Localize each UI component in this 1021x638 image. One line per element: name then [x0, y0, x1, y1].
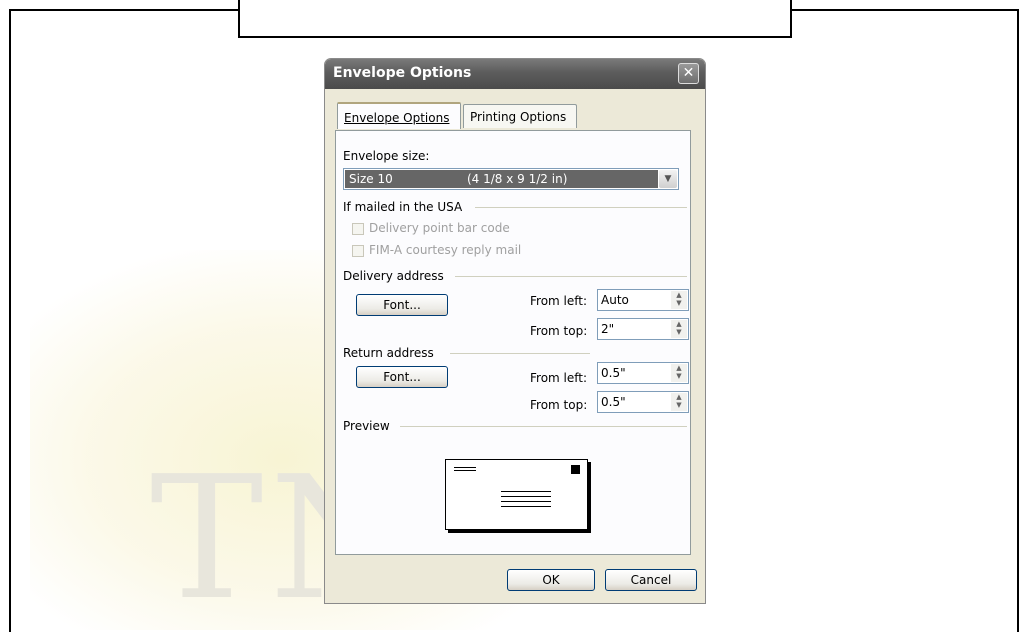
delivery-from-left-spinner[interactable]: Auto ▲ ▼	[597, 289, 689, 311]
delivery-barcode-checkbox[interactable]	[352, 223, 364, 235]
tab-envelope-options[interactable]: Envelope Options	[337, 102, 461, 129]
envelope-size-select[interactable]: Size 10 (4 1/8 x 9 1/2 in) ▼	[343, 168, 679, 190]
delivery-from-top-spinner[interactable]: 2" ▲ ▼	[597, 318, 689, 340]
return-from-left-label: From left:	[530, 371, 588, 385]
envelope-size-selected: Size 10 (4 1/8 x 9 1/2 in)	[345, 170, 658, 188]
fim-mail-checkbox[interactable]	[352, 245, 364, 257]
delivery-group-label: Delivery address	[343, 269, 444, 283]
return-from-left-spinner[interactable]: 0.5" ▲ ▼	[597, 362, 689, 384]
envelope-size-name: Size 10	[349, 172, 393, 186]
return-from-top-spinner[interactable]: 0.5" ▲ ▼	[597, 391, 689, 413]
delivery-font-button-label: Font...	[383, 298, 421, 312]
spinner-arrows-icon[interactable]: ▲ ▼	[671, 320, 687, 338]
tab-envelope-options-label: Envelope Options	[344, 111, 450, 125]
tab-printing-options-label: Printing Options	[470, 110, 567, 124]
cancel-button-label: Cancel	[630, 573, 672, 587]
envelope-options-dialog: Envelope Options ✕ Envelope Options Prin…	[324, 58, 706, 604]
ok-button-label: OK	[542, 573, 560, 587]
spinner-arrows-icon[interactable]: ▲ ▼	[671, 393, 687, 411]
delivery-font-button[interactable]: Font...	[356, 294, 448, 316]
ok-button[interactable]: OK	[507, 569, 595, 591]
preview-group-label: Preview	[343, 419, 390, 433]
close-icon: ✕	[682, 65, 695, 81]
tab-printing-options[interactable]: Printing Options	[463, 104, 577, 128]
envelope-size-dims: (4 1/8 x 9 1/2 in)	[467, 172, 568, 186]
delivery-from-top-label: From top:	[530, 324, 588, 338]
return-address-line	[454, 467, 476, 468]
envelope-preview-icon	[445, 459, 588, 530]
close-button[interactable]: ✕	[678, 63, 699, 84]
delivery-from-left-label: From left:	[530, 294, 588, 308]
return-group-divider	[450, 353, 590, 354]
dialog-titlebar: Envelope Options ✕	[325, 59, 705, 89]
delivery-from-top-value: 2"	[601, 322, 615, 336]
cancel-button[interactable]: Cancel	[605, 569, 697, 591]
delivery-group-divider	[455, 276, 687, 277]
delivery-address-line	[501, 506, 551, 507]
preview-group-divider	[400, 426, 687, 427]
return-from-top-label: From top:	[530, 398, 588, 412]
usa-group-divider	[475, 207, 687, 208]
return-font-button[interactable]: Font...	[356, 366, 448, 388]
return-address-line	[454, 470, 476, 471]
return-from-top-value: 0.5"	[601, 395, 626, 409]
chevron-down-icon[interactable]: ▼	[659, 170, 677, 188]
return-from-left-value: 0.5"	[601, 366, 626, 380]
dialog-title: Envelope Options	[333, 65, 472, 81]
usa-group-label: If mailed in the USA	[343, 200, 463, 214]
envelope-size-label: Envelope size:	[343, 149, 430, 163]
delivery-barcode-label: Delivery point bar code	[369, 221, 510, 235]
return-font-button-label: Font...	[383, 370, 421, 384]
spinner-arrows-icon[interactable]: ▲ ▼	[671, 364, 687, 382]
spinner-arrows-icon[interactable]: ▲ ▼	[671, 291, 687, 309]
delivery-from-left-value: Auto	[601, 293, 629, 307]
fim-mail-label: FIM-A courtesy reply mail	[369, 243, 522, 257]
delivery-address-line	[501, 496, 551, 497]
stamp-mark	[571, 465, 580, 474]
top-caption-box	[238, 0, 792, 38]
return-group-label: Return address	[343, 346, 434, 360]
delivery-address-line	[501, 501, 551, 502]
delivery-address-line	[501, 491, 551, 492]
